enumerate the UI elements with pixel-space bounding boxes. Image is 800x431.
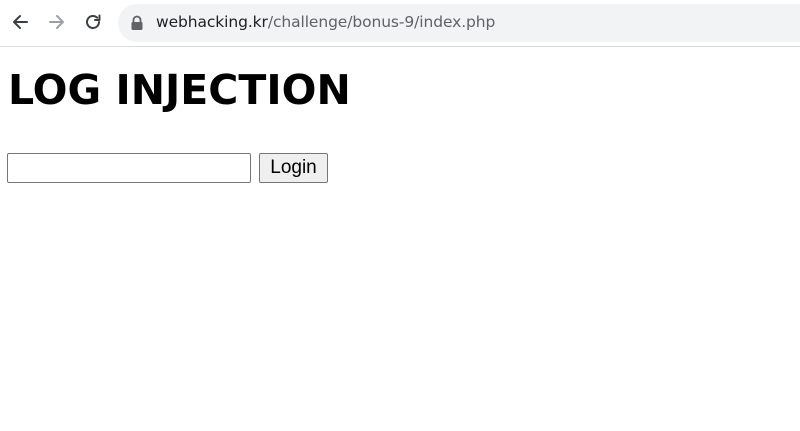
back-arrow-icon <box>13 15 28 29</box>
forward-arrow-icon <box>49 15 64 29</box>
page-content: LOG INJECTION Login <box>0 48 800 431</box>
browser-toolbar: webhacking.kr/challenge/bonus-9/index.ph… <box>0 0 800 47</box>
forward-button[interactable] <box>42 7 72 37</box>
address-bar[interactable]: webhacking.kr/challenge/bonus-9/index.ph… <box>118 4 800 42</box>
reload-button[interactable] <box>78 7 108 37</box>
reload-icon <box>86 14 101 29</box>
url-host: webhacking.kr <box>156 13 268 31</box>
login-button[interactable]: Login <box>259 153 328 183</box>
url-path: /challenge/bonus-9/index.php <box>267 13 496 31</box>
page-title: LOG INJECTION <box>8 66 351 114</box>
login-input[interactable] <box>7 153 251 183</box>
url-text[interactable]: webhacking.kr/challenge/bonus-9/index.ph… <box>156 13 495 31</box>
lock-icon[interactable] <box>130 15 144 31</box>
back-button[interactable] <box>5 7 35 37</box>
